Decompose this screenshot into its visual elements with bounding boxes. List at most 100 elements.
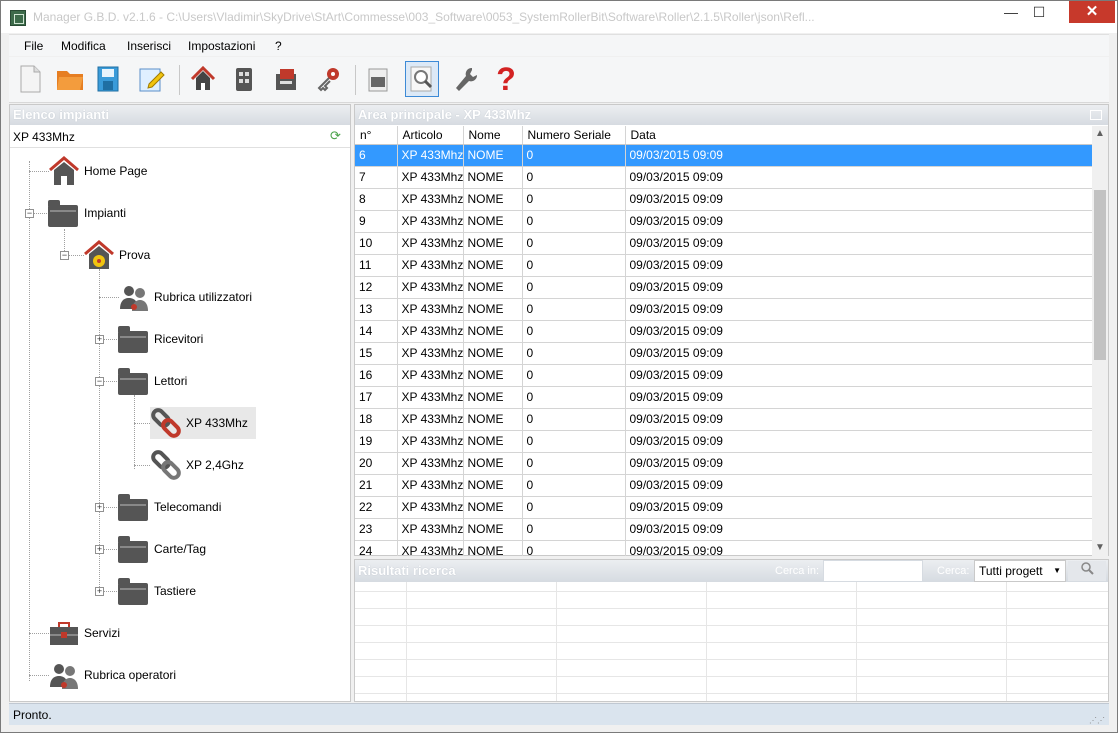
tree-node-tastiere[interactable]: Tastiere: [118, 575, 196, 607]
table-cell: XP 433Mhz: [397, 320, 464, 343]
table-row[interactable]: 20 XP 433Mhz NOME 0 09/03/2015 09:09: [355, 452, 1093, 475]
table-row[interactable]: 24 XP 433Mhz NOME 0 09/03/2015 09:09: [355, 540, 1093, 556]
link-icon: [150, 407, 182, 439]
card-reader-icon[interactable]: [269, 61, 303, 97]
tree-node-lettori[interactable]: Lettori: [118, 365, 187, 397]
table-cell: 09/03/2015 09:09: [625, 430, 1093, 453]
tree-node-xp-433mhz[interactable]: XP 433Mhz: [150, 407, 256, 439]
tree-node-ricevitori[interactable]: Ricevitori: [118, 323, 203, 355]
table-row[interactable]: 15 XP 433Mhz NOME 0 09/03/2015 09:09: [355, 342, 1093, 365]
column-header-nome[interactable]: Nome: [463, 126, 523, 145]
search-button[interactable]: [1068, 561, 1106, 581]
tree-node-xp-24ghz[interactable]: XP 2,4Ghz: [150, 449, 244, 481]
save-icon[interactable]: [91, 61, 125, 97]
table-cell: 9: [355, 210, 398, 233]
tree-node-servizi[interactable]: Servizi: [48, 617, 120, 649]
table-cell: 09/03/2015 09:09: [625, 386, 1093, 409]
ricevitori-expand-toggle[interactable]: +: [95, 335, 104, 344]
close-button[interactable]: ✕: [1069, 1, 1115, 23]
table-cell: NOME: [463, 188, 523, 211]
edit-icon[interactable]: [135, 61, 169, 97]
resize-grip-icon[interactable]: ⋰⋰: [1089, 710, 1105, 732]
menu-inserisci[interactable]: Inserisci: [127, 39, 171, 53]
minimize-button[interactable]: —: [997, 1, 1025, 23]
telecomandi-expand-toggle[interactable]: +: [95, 503, 104, 512]
table-cell: XP 433Mhz: [397, 386, 464, 409]
scrollbar-thumb[interactable]: [1094, 190, 1106, 360]
prova-collapse-toggle[interactable]: −: [60, 251, 69, 260]
table-cell: 09/03/2015 09:09: [625, 518, 1093, 541]
table-row[interactable]: 16 XP 433Mhz NOME 0 09/03/2015 09:09: [355, 364, 1093, 387]
table-row[interactable]: 13 XP 433Mhz NOME 0 09/03/2015 09:09: [355, 298, 1093, 321]
table-row[interactable]: 10 XP 433Mhz NOME 0 09/03/2015 09:09: [355, 232, 1093, 255]
tree-node-home-page[interactable]: Home Page: [48, 155, 147, 187]
lettori-collapse-toggle[interactable]: −: [95, 377, 104, 386]
table-cell: 0: [522, 474, 626, 497]
menu-impostazioni[interactable]: Impostazioni: [188, 39, 255, 53]
table-cell: XP 433Mhz: [397, 364, 464, 387]
plant-house-icon: [83, 239, 115, 271]
table-scrollbar[interactable]: ▲ ▼: [1092, 126, 1108, 556]
menu-help[interactable]: ?: [275, 39, 282, 53]
tree-node-carte-tag[interactable]: Carte/Tag: [118, 533, 206, 565]
refresh-icon[interactable]: ⟳: [330, 129, 344, 143]
archive-icon[interactable]: [361, 61, 395, 97]
table-row[interactable]: 17 XP 433Mhz NOME 0 09/03/2015 09:09: [355, 386, 1093, 409]
tree-node-impianti[interactable]: Impianti: [48, 197, 126, 229]
table-cell: XP 433Mhz: [397, 144, 464, 167]
table-row[interactable]: 14 XP 433Mhz NOME 0 09/03/2015 09:09: [355, 320, 1093, 343]
table-row[interactable]: 11 XP 433Mhz NOME 0 09/03/2015 09:09: [355, 254, 1093, 277]
column-header-data[interactable]: Data: [625, 126, 1093, 145]
table-row[interactable]: 7 XP 433Mhz NOME 0 09/03/2015 09:09: [355, 166, 1093, 189]
help-icon[interactable]: ?: [489, 61, 523, 97]
table-row[interactable]: 9 XP 433Mhz NOME 0 09/03/2015 09:09: [355, 210, 1093, 233]
maximize-button[interactable]: ☐: [1025, 1, 1053, 23]
wrench-icon[interactable]: [449, 61, 483, 97]
impianti-collapse-toggle[interactable]: −: [25, 209, 34, 218]
table-row[interactable]: 21 XP 433Mhz NOME 0 09/03/2015 09:09: [355, 474, 1093, 497]
tree-node-prova[interactable]: Prova: [83, 239, 150, 271]
table-row[interactable]: 18 XP 433Mhz NOME 0 09/03/2015 09:09: [355, 408, 1093, 431]
table-cell: XP 433Mhz: [397, 276, 464, 299]
devices-table: n° Articolo Nome Numero Seriale Data 6 XP…: [355, 126, 1093, 556]
menu-file[interactable]: File: [24, 39, 43, 53]
table-cell: 20: [355, 452, 398, 475]
table-cell: 22: [355, 496, 398, 519]
menu-modifica[interactable]: Modifica: [61, 39, 106, 53]
panel-toggle-icon[interactable]: [1090, 110, 1102, 120]
carte-expand-toggle[interactable]: +: [95, 545, 104, 554]
table-cell: XP 433Mhz: [397, 298, 464, 321]
search-icon[interactable]: [405, 61, 439, 97]
tree-node-rubrica-utilizzatori[interactable]: Rubrica utilizzatori: [118, 281, 252, 313]
tastiere-expand-toggle[interactable]: +: [95, 587, 104, 596]
table-row[interactable]: 23 XP 433Mhz NOME 0 09/03/2015 09:09: [355, 518, 1093, 541]
table-cell: 0: [522, 166, 626, 189]
receiver-icon[interactable]: [227, 61, 261, 97]
column-header-n[interactable]: n°: [355, 126, 398, 145]
search-scope-select[interactable]: Tutti progett ▼: [974, 560, 1066, 582]
column-header-numero-seriale[interactable]: Numero Seriale: [522, 126, 626, 145]
search-in-label: Cerca in:: [775, 565, 820, 577]
key-tag-icon[interactable]: [311, 61, 345, 97]
table-cell: 8: [355, 188, 398, 211]
table-row[interactable]: 22 XP 433Mhz NOME 0 09/03/2015 09:09: [355, 496, 1093, 519]
table-row[interactable]: 19 XP 433Mhz NOME 0 09/03/2015 09:09: [355, 430, 1093, 453]
application-window: Manager G.B.D. v2.1.6 - C:\Users\Vladimi…: [0, 0, 1118, 733]
search-in-input[interactable]: [823, 560, 923, 582]
scroll-down-arrow-icon[interactable]: ▼: [1092, 540, 1108, 556]
folder-icon: [118, 323, 150, 355]
table-cell: 0: [522, 342, 626, 365]
table-cell: NOME: [463, 298, 523, 321]
table-row[interactable]: 6 XP 433Mhz NOME 0 09/03/2015 09:09: [355, 144, 1093, 167]
scroll-up-arrow-icon[interactable]: ▲: [1092, 126, 1108, 142]
tree-node-rubrica-operatori[interactable]: Rubrica operatori: [48, 659, 176, 691]
table-cell: 18: [355, 408, 398, 431]
home-icon[interactable]: [186, 61, 220, 97]
tree-node-telecomandi[interactable]: Telecomandi: [118, 491, 221, 523]
column-header-articolo[interactable]: Articolo: [397, 126, 464, 145]
new-file-icon[interactable]: [13, 61, 47, 97]
open-folder-icon[interactable]: [53, 61, 87, 97]
table-cell: XP 433Mhz: [397, 342, 464, 365]
table-row[interactable]: 12 XP 433Mhz NOME 0 09/03/2015 09:09: [355, 276, 1093, 299]
table-row[interactable]: 8 XP 433Mhz NOME 0 09/03/2015 09:09: [355, 188, 1093, 211]
